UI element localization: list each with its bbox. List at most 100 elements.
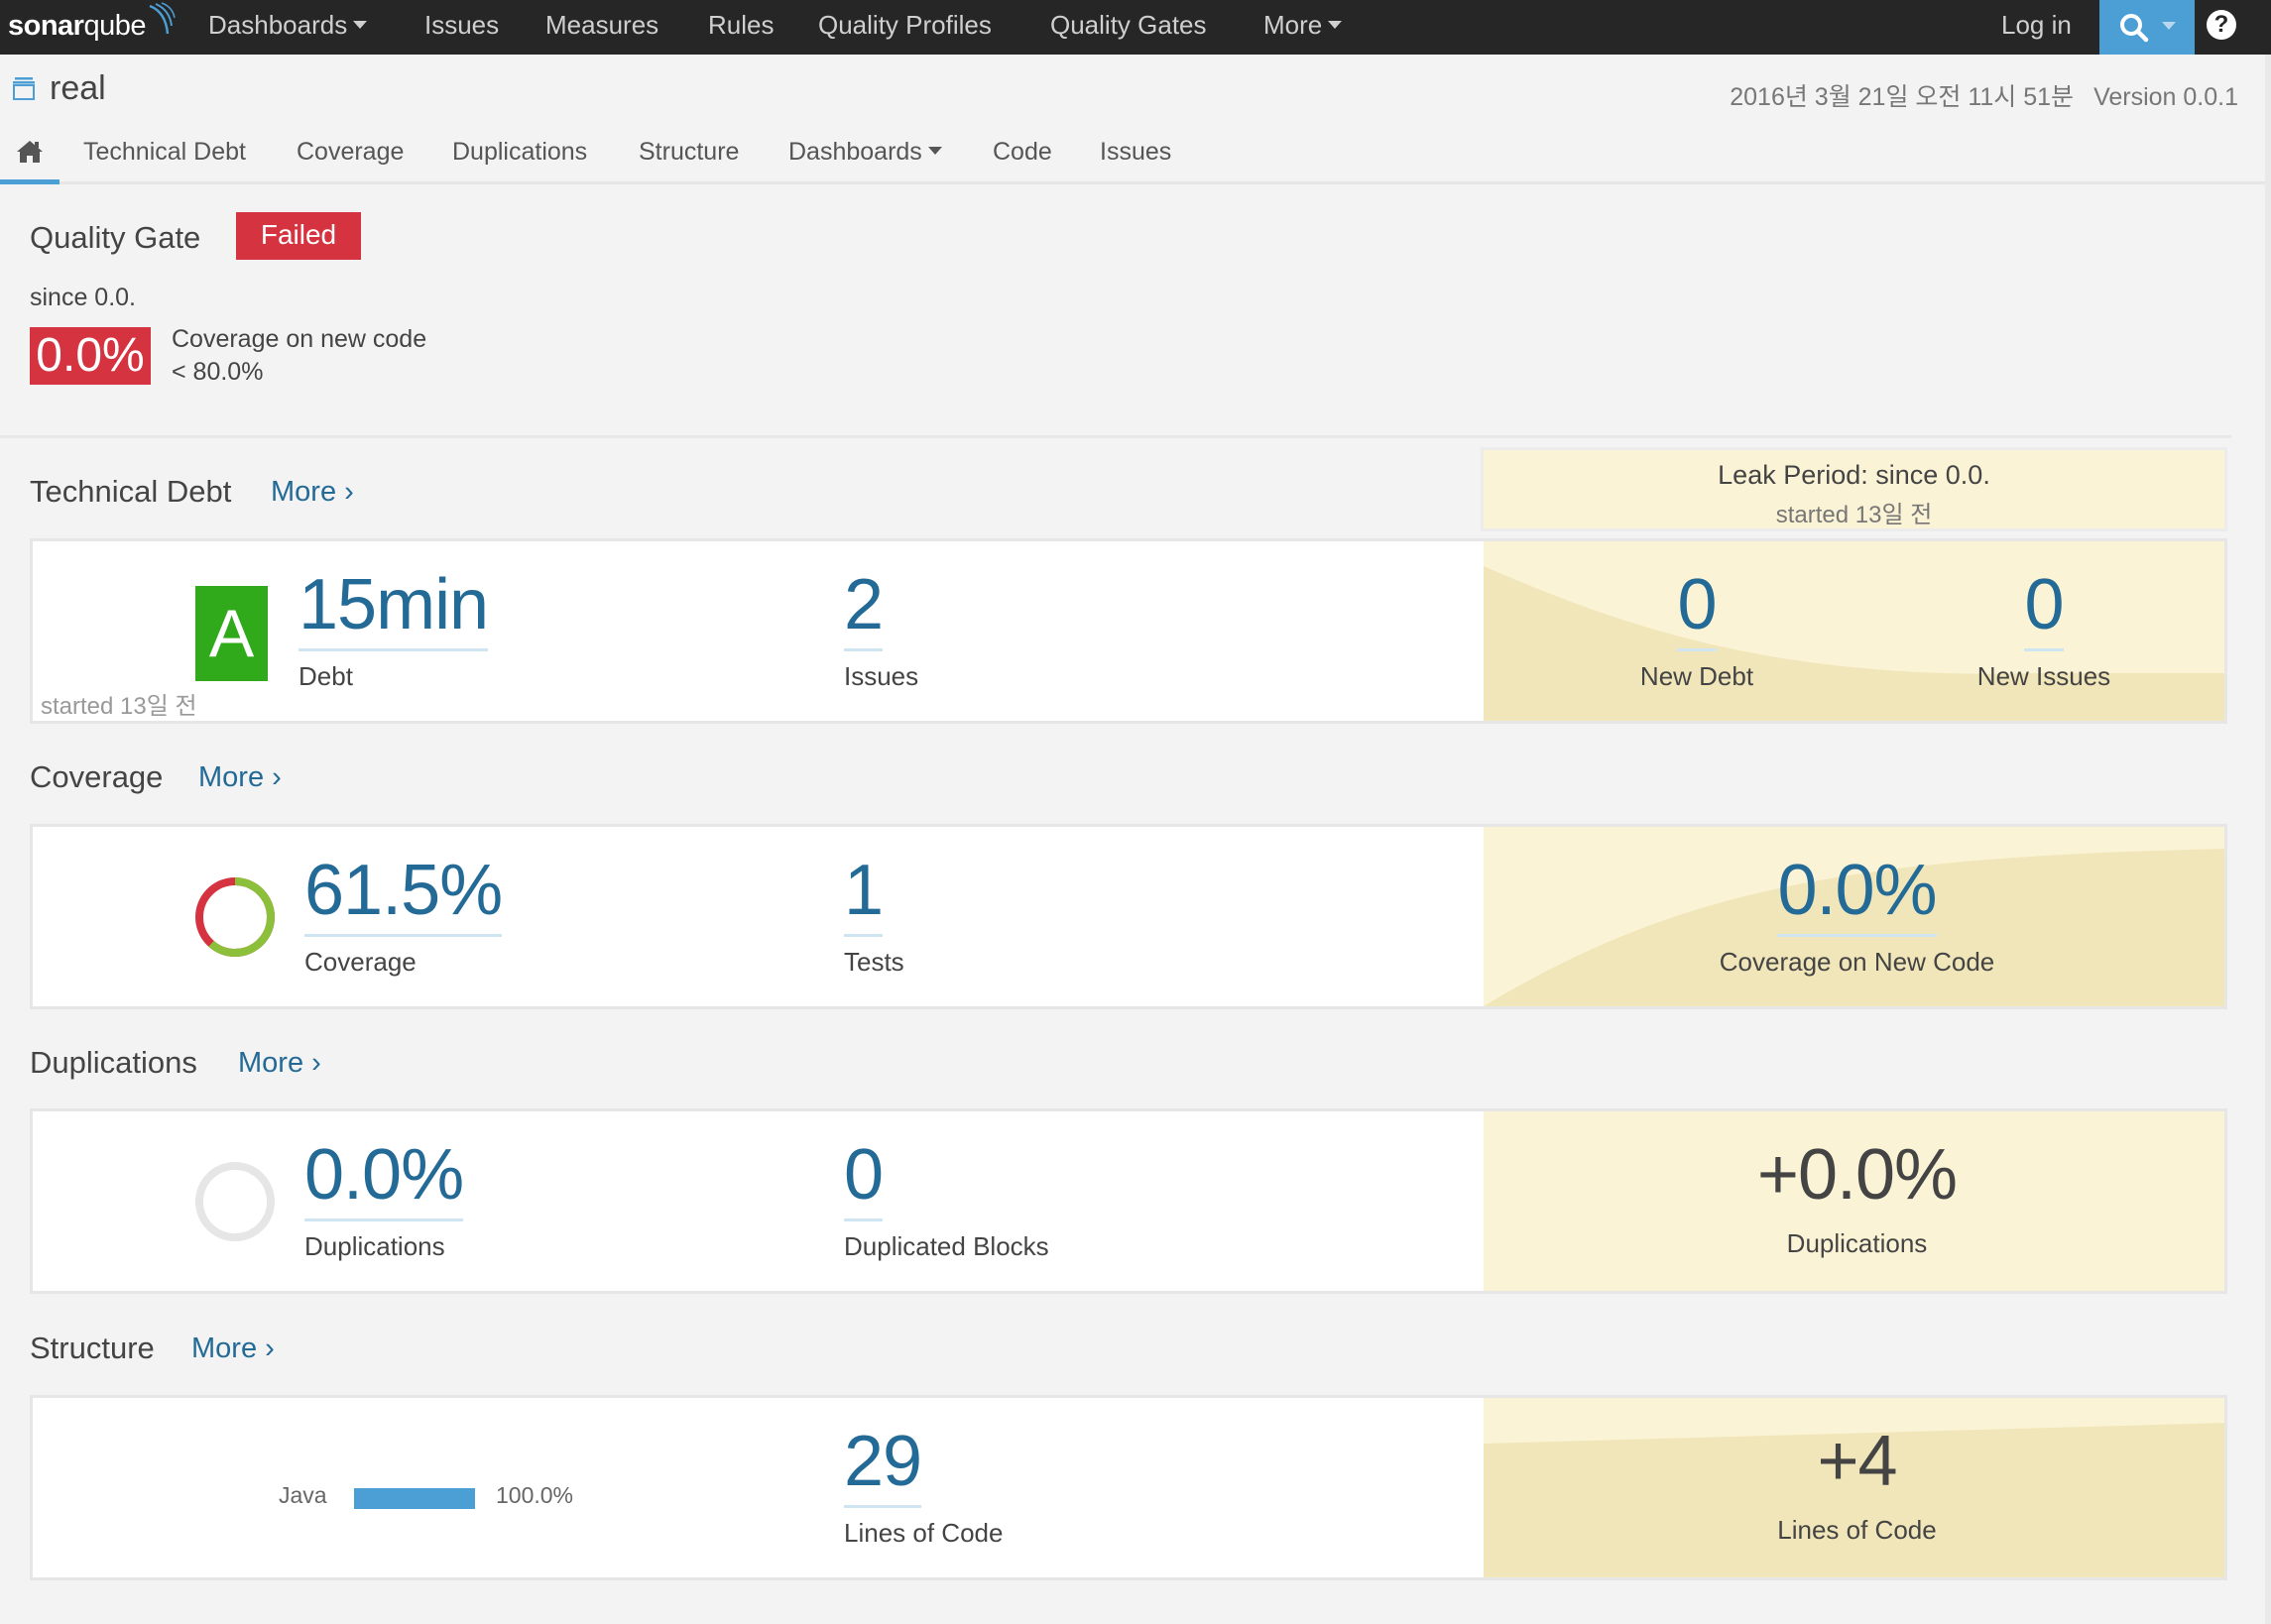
technical-debt-card: A started 13일 전 15min Debt 2 Issues 0 Ne… [30,538,2227,724]
tab-technical-debt[interactable]: Technical Debt [83,127,246,181]
new-issues-measure: 0 New Issues [1880,569,2208,692]
nav-measures[interactable]: Measures [545,0,658,55]
issues-measure: 2 Issues [844,569,918,692]
new-issues-label: New Issues [1976,661,2111,691]
more-label: More [191,1333,258,1364]
duplications-measure: 0.0% Duplications [304,1139,464,1262]
login-link[interactable]: Log in [2001,0,2072,55]
quality-gate-since: since 0.0. [30,284,137,311]
coverage-leak-panel: 0.0% Coverage on New Code [1484,827,2224,1006]
section-divider [0,435,2231,438]
debt-measure: 15min Debt [299,569,489,692]
tab-structure[interactable]: Structure [639,127,739,181]
caret-down-icon [2162,21,2176,30]
help-icon[interactable]: ? [2207,10,2236,40]
project-subnav: Technical Debt Coverage Duplications Str… [0,127,2271,184]
tab-code[interactable]: Code [993,127,1052,181]
technical-debt-title: Technical Debt [30,474,232,509]
tab-duplications[interactable]: Duplications [452,127,587,181]
duplications-leak-panel: +0.0% Duplications [1484,1111,2224,1291]
structure-title: Structure [30,1331,155,1365]
new-loc-measure: +4 Lines of Code [1484,1426,2224,1546]
duplications-more-link[interactable]: More › [238,1047,321,1080]
page-scrollbar[interactable] [2265,55,2271,1624]
more-label: More [198,761,265,793]
technical-debt-leak-panel: 0 New Debt 0 New Issues [1484,541,2224,721]
tab-home[interactable] [0,127,60,184]
quality-gate-status-badge: Failed [236,212,361,260]
logo-text-bold: sonar [8,9,84,42]
tests-measure: 1 Tests [844,855,904,978]
duplications-label: Duplications [304,1231,445,1261]
leak-period-title: Leak Period: since 0.0. [1718,460,1990,490]
project-icon [13,76,35,100]
nav-rules[interactable]: Rules [708,0,774,55]
quality-gate-condition-value[interactable]: 0.0% [30,327,151,385]
sonarqube-logo[interactable]: sonar qube [8,2,176,46]
duplications-ring [195,1162,275,1241]
nav-quality-gates[interactable]: Quality Gates [1050,0,1207,55]
tests-value[interactable]: 1 [844,855,884,937]
leak-period-started: started 13일 전 [1775,502,1933,528]
language-distribution-bar [354,1488,475,1509]
loc-label: Lines of Code [844,1518,1004,1548]
chevron-right-icon: › [272,761,282,793]
coverage-more-link[interactable]: More › [198,761,282,794]
quality-gate-condition: Coverage on new code < 80.0% [172,323,426,389]
logo-text-light: qube [83,9,146,42]
new-coverage-label: Coverage on New Code [1719,947,1995,977]
loc-value[interactable]: 29 [844,1426,922,1508]
nav-quality-profiles[interactable]: Quality Profiles [818,0,992,55]
tab-issues[interactable]: Issues [1100,127,1171,181]
top-navbar: sonar qube Dashboards Issues Measures Rul… [0,0,2271,55]
nav-issues[interactable]: Issues [424,0,499,55]
new-coverage-measure: 0.0% Coverage on New Code [1484,855,2224,978]
structure-leak-panel: +4 Lines of Code [1484,1398,2224,1577]
quality-gate-title: Quality Gate [30,220,201,255]
duplications-donut-chart [195,1162,275,1241]
chevron-right-icon: › [311,1047,321,1079]
project-name[interactable]: real [50,69,106,108]
condition-metric: Coverage on new code [172,325,427,353]
structure-more-link[interactable]: More › [191,1333,275,1365]
nav-dashboards-label: Dashboards [208,10,348,40]
new-duplications-label: Duplications [1786,1228,1928,1258]
tab-coverage[interactable]: Coverage [297,127,404,181]
nav-dashboards[interactable]: Dashboards [208,0,368,55]
debt-value[interactable]: 15min [299,569,489,651]
issues-label: Issues [844,661,919,691]
issues-value[interactable]: 2 [844,569,884,651]
project-title: real [12,69,106,108]
new-debt-measure: 0 New Debt [1563,569,1831,692]
tab-dashboards-label: Dashboards [788,138,922,166]
more-label: More [238,1047,304,1079]
nav-more[interactable]: More [1263,0,1343,55]
coverage-value[interactable]: 61.5% [304,855,503,937]
new-coverage-value[interactable]: 0.0% [1777,855,1938,937]
new-debt-value[interactable]: 0 [1677,569,1718,651]
nav-more-label: More [1263,10,1323,40]
search-button[interactable] [2099,0,2195,55]
condition-threshold: < 80.0% [172,358,264,386]
leak-period-header: Leak Period: since 0.0. started 13일 전 [1481,447,2227,531]
chevron-right-icon: › [265,1333,275,1364]
structure-card: Java 100.0% 29 Lines of Code +4 Lines of… [30,1395,2227,1580]
coverage-measure: 61.5% Coverage [304,855,503,978]
analysis-date: 2016년 3월 21일 오전 11시 51분 [1730,83,2075,111]
language-percent: 100.0% [496,1482,574,1508]
duplicated-blocks-measure: 0 Duplicated Blocks [844,1139,1049,1262]
duplications-value[interactable]: 0.0% [304,1139,464,1221]
new-loc-label: Lines of Code [1777,1515,1937,1545]
project-version: Version 0.0.1 [2093,83,2238,111]
new-issues-value[interactable]: 0 [2024,569,2065,651]
duplicated-blocks-label: Duplicated Blocks [844,1231,1049,1261]
duplicated-blocks-value[interactable]: 0 [844,1139,884,1221]
coverage-card: 61.5% Coverage 1 Tests 0.0% Coverage on … [30,824,2227,1009]
tab-dashboards[interactable]: Dashboards [788,127,942,181]
new-debt-label: New Debt [1639,661,1754,691]
coverage-title: Coverage [30,759,164,794]
home-icon [17,141,43,163]
caret-down-icon [353,21,368,30]
technical-debt-more-link[interactable]: More › [271,476,354,509]
maintainability-rating-badge[interactable]: A [195,586,268,681]
